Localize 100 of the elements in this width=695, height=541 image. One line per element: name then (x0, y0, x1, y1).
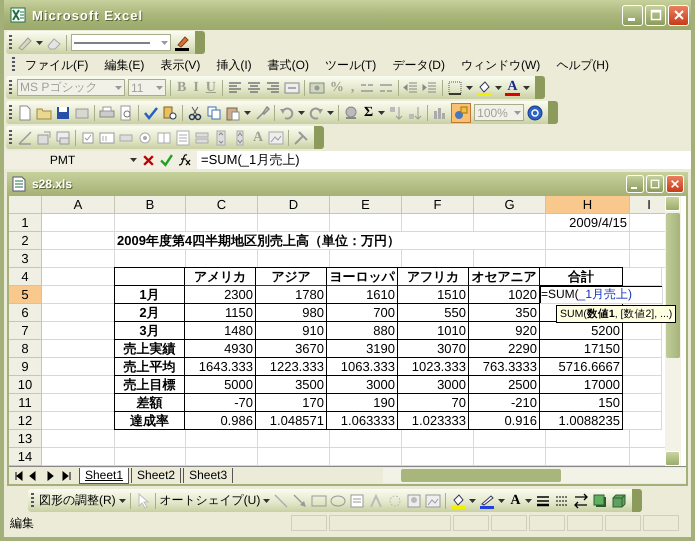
row-header[interactable]: 2 (9, 232, 42, 250)
close-button[interactable] (666, 175, 684, 193)
column-header[interactable]: E (330, 196, 402, 214)
toggle-control-icon[interactable] (194, 130, 210, 146)
toolbar-grip[interactable] (9, 104, 12, 120)
caret-icon[interactable] (525, 498, 532, 502)
caret-icon[interactable] (244, 110, 251, 114)
toolbar-options-button[interactable] (548, 101, 558, 124)
toolbar-options-button[interactable] (632, 489, 642, 512)
toolbar-button[interactable]: A (508, 492, 522, 508)
row-header[interactable]: 4 (9, 268, 42, 286)
row-header[interactable]: 8 (9, 340, 42, 358)
new-document-icon[interactable] (17, 104, 33, 120)
help-icon[interactable] (527, 104, 544, 120)
combo-box-control-icon[interactable] (175, 130, 191, 146)
text-box-icon[interactable] (349, 492, 366, 508)
globe-link-icon[interactable] (343, 104, 359, 120)
caret-icon[interactable] (327, 110, 334, 114)
column-header[interactable]: A (42, 196, 115, 214)
caret-icon[interactable] (469, 498, 476, 502)
caret-icon[interactable] (298, 110, 305, 114)
text-field-control-icon[interactable] (99, 130, 115, 146)
toolbar-grip[interactable] (9, 130, 12, 146)
decrease-indent-icon[interactable] (403, 80, 420, 96)
toolbar-menu[interactable]: 図形の調整(R) (39, 492, 116, 509)
column-header[interactable]: I (630, 196, 665, 214)
formula-input[interactable]: =SUM(_1月売上) (197, 151, 691, 169)
caret-icon[interactable] (498, 498, 506, 502)
rectangle-icon[interactable] (311, 492, 328, 508)
menu-item[interactable]: 挿入(I) (208, 56, 260, 74)
toolbar-grip[interactable] (31, 492, 34, 508)
menu-item[interactable]: ウィンドウ(W) (452, 56, 548, 74)
horizontal-scrollbar[interactable] (383, 468, 686, 483)
column-header[interactable]: D (258, 196, 330, 214)
sheet-tab[interactable]: Sheet3 (183, 468, 234, 483)
row-header[interactable]: 6 (9, 304, 42, 322)
menu-item[interactable]: 書式(O) (260, 56, 317, 74)
menu-grip[interactable] (12, 57, 15, 73)
arrow-style-icon[interactable] (573, 492, 590, 508)
toolbar-button[interactable]: A (505, 80, 520, 96)
oval-icon[interactable] (330, 492, 346, 508)
minimize-button[interactable] (626, 175, 644, 193)
option-button-control-icon[interactable] (137, 130, 153, 146)
caret-icon[interactable] (130, 158, 137, 162)
row-header[interactable]: 11 (9, 394, 42, 412)
fill-color-icon[interactable] (476, 80, 492, 96)
list-box-control-icon[interactable] (156, 130, 172, 146)
clip-art-icon[interactable] (406, 492, 422, 508)
close-button[interactable] (668, 4, 689, 26)
sort-descending-icon[interactable] (407, 104, 424, 120)
row-header[interactable]: 3 (9, 250, 42, 268)
banknote-icon[interactable] (308, 80, 325, 96)
row-header[interactable]: 14 (9, 448, 42, 466)
menu-item[interactable]: 編集(E) (96, 56, 152, 74)
shadow-style-icon[interactable] (592, 492, 608, 508)
row-header[interactable]: 7 (9, 322, 42, 340)
align-center-icon[interactable] (246, 80, 262, 96)
row-header[interactable]: 9 (9, 358, 42, 376)
editing-cell[interactable]: =SUM(_1月売上) (540, 286, 663, 304)
scroll-up-button[interactable] (665, 196, 680, 211)
caret-icon[interactable] (378, 110, 386, 114)
book-magnifier-icon[interactable] (162, 104, 178, 120)
minimize-button[interactable] (622, 4, 643, 26)
caret-icon[interactable] (495, 86, 502, 90)
column-header[interactable]: F (402, 196, 474, 214)
align-right-icon[interactable] (264, 80, 281, 96)
column-header[interactable]: B (115, 196, 186, 214)
borders-icon[interactable] (447, 80, 464, 96)
spelling-check-icon[interactable] (143, 104, 159, 120)
toolbar-grip[interactable] (9, 34, 12, 50)
row-header[interactable]: 12 (9, 412, 42, 430)
paste-icon[interactable] (225, 104, 241, 120)
toolbar-options-button[interactable] (534, 76, 545, 99)
align-left-icon[interactable] (226, 80, 243, 96)
caret-icon[interactable] (118, 498, 126, 502)
pen-color-icon[interactable] (174, 34, 190, 50)
arrow-icon[interactable] (292, 492, 308, 508)
toolbar-button[interactable]: Σ (362, 104, 376, 120)
sheet-tab[interactable]: Sheet1 (79, 468, 130, 484)
menu-item[interactable]: ツール(T) (316, 56, 384, 74)
column-header[interactable]: C (186, 196, 258, 214)
cancel-icon[interactable] (142, 154, 155, 166)
toolbar-menu[interactable]: オートシェイプ(U) (160, 492, 260, 509)
line-style-dropdown[interactable] (71, 34, 171, 51)
toolbar-options-button[interactable] (314, 126, 324, 149)
3d-style-icon[interactable] (611, 492, 628, 508)
row-header[interactable]: 13 (9, 430, 42, 448)
line-color-icon[interactable] (479, 492, 496, 508)
confirm-check-icon[interactable] (160, 154, 173, 166)
increase-indent-icon[interactable] (422, 80, 438, 96)
column-header[interactable]: G (474, 196, 546, 214)
row-header[interactable]: 10 (9, 376, 42, 394)
restore-button[interactable] (646, 175, 664, 193)
caret-icon[interactable] (36, 40, 43, 44)
scroll-down-button[interactable] (665, 451, 680, 466)
copy-icon[interactable] (206, 104, 222, 120)
merge-cells-icon[interactable] (284, 80, 300, 96)
menu-item[interactable]: ファイル(F) (17, 56, 96, 74)
caret-icon[interactable] (522, 86, 530, 90)
checkbox-control-icon[interactable] (80, 130, 96, 146)
